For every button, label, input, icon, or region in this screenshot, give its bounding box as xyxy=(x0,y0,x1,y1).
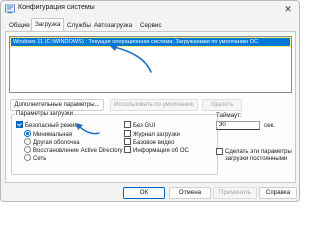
radio-icon xyxy=(24,138,31,145)
cancel-button[interactable]: Отмена xyxy=(169,187,211,199)
timeout-unit: сек. xyxy=(264,122,275,129)
checkbox-icon xyxy=(216,148,223,155)
tab-boot[interactable]: Загрузка xyxy=(31,18,65,31)
checkbox-icon xyxy=(124,146,131,153)
os-info-label: Информация об ОС xyxy=(133,148,189,155)
no-gui-checkbox[interactable]: Без GUI xyxy=(124,121,156,130)
boot-tab-panel: Windows 11 (C:\WINDOWS) : Текущая операц… xyxy=(5,31,296,183)
make-permanent-checkbox[interactable]: Сделать эти параметры загрузки постоянны… xyxy=(216,148,292,163)
safe-boot-checkbox[interactable]: Безопасный режим xyxy=(16,121,79,130)
apply-button[interactable]: Применить xyxy=(213,187,257,199)
radio-minimal-label: Минимальная xyxy=(33,132,73,139)
boot-options-legend: Параметры загрузки xyxy=(16,111,73,117)
msconfig-icon xyxy=(5,4,15,14)
set-default-button[interactable]: Использовать по умолчанию xyxy=(110,99,198,111)
timeout-input[interactable] xyxy=(216,121,260,130)
boot-log-label: Журнал загрузки xyxy=(133,132,180,139)
ok-button[interactable]: ОК xyxy=(123,187,165,199)
radio-icon xyxy=(24,146,31,153)
boot-log-checkbox[interactable]: Журнал загрузки xyxy=(124,130,180,139)
os-list[interactable]: Windows 11 (C:\WINDOWS) : Текущая операц… xyxy=(9,36,292,93)
title-bar: Конфигурация системы ✕ xyxy=(1,1,299,17)
radio-minimal[interactable]: Минимальная xyxy=(24,130,73,139)
checkbox-icon xyxy=(124,121,131,128)
os-list-item[interactable]: Windows 11 (C:\WINDOWS) : Текущая операц… xyxy=(10,37,291,47)
radio-network-label: Сеть xyxy=(33,156,47,163)
make-permanent-label-line1: Сделать эти параметры xyxy=(225,149,292,156)
safe-boot-label: Безопасный режим xyxy=(25,123,79,130)
tab-tools[interactable]: Сервис xyxy=(136,20,166,31)
tab-startup[interactable]: Автозагрузка xyxy=(90,20,136,31)
boot-options-group: Параметры загрузки Безопасный режим Мини… xyxy=(11,111,218,175)
no-gui-label: Без GUI xyxy=(133,123,156,130)
radio-ad-repair[interactable]: Восстановление Active Directory xyxy=(24,146,123,155)
radio-icon xyxy=(24,154,31,161)
checkbox-icon xyxy=(124,130,131,137)
tab-strip: Общие Загрузка Службы Автозагрузка Серви… xyxy=(5,18,295,31)
base-video-label: Базовое видео xyxy=(133,140,175,147)
tab-general[interactable]: Общие xyxy=(5,20,34,31)
advanced-options-button[interactable]: Дополнительные параметры... xyxy=(10,99,104,111)
radio-ad-repair-label: Восстановление Active Directory xyxy=(33,148,123,155)
checkbox-icon xyxy=(124,138,131,145)
base-video-checkbox[interactable]: Базовое видео xyxy=(124,138,175,147)
checkbox-checked-icon xyxy=(16,121,23,128)
radio-alternate-shell[interactable]: Другая оболочка xyxy=(24,138,80,147)
radio-selected-icon xyxy=(24,130,31,137)
radio-alternate-shell-label: Другая оболочка xyxy=(33,140,80,147)
help-button[interactable]: Справка xyxy=(259,187,297,199)
close-button[interactable]: ✕ xyxy=(281,3,295,15)
window-title: Конфигурация системы xyxy=(18,4,95,11)
os-info-checkbox[interactable]: Информация об ОС xyxy=(124,146,189,155)
timeout-label: Таймаут: xyxy=(216,112,242,119)
make-permanent-label-line2: загрузки постоянными xyxy=(225,156,288,163)
radio-network[interactable]: Сеть xyxy=(24,154,47,163)
delete-button[interactable]: Удалить xyxy=(202,99,242,111)
msconfig-window: Конфигурация системы ✕ Общие Загрузка Сл… xyxy=(0,0,300,202)
